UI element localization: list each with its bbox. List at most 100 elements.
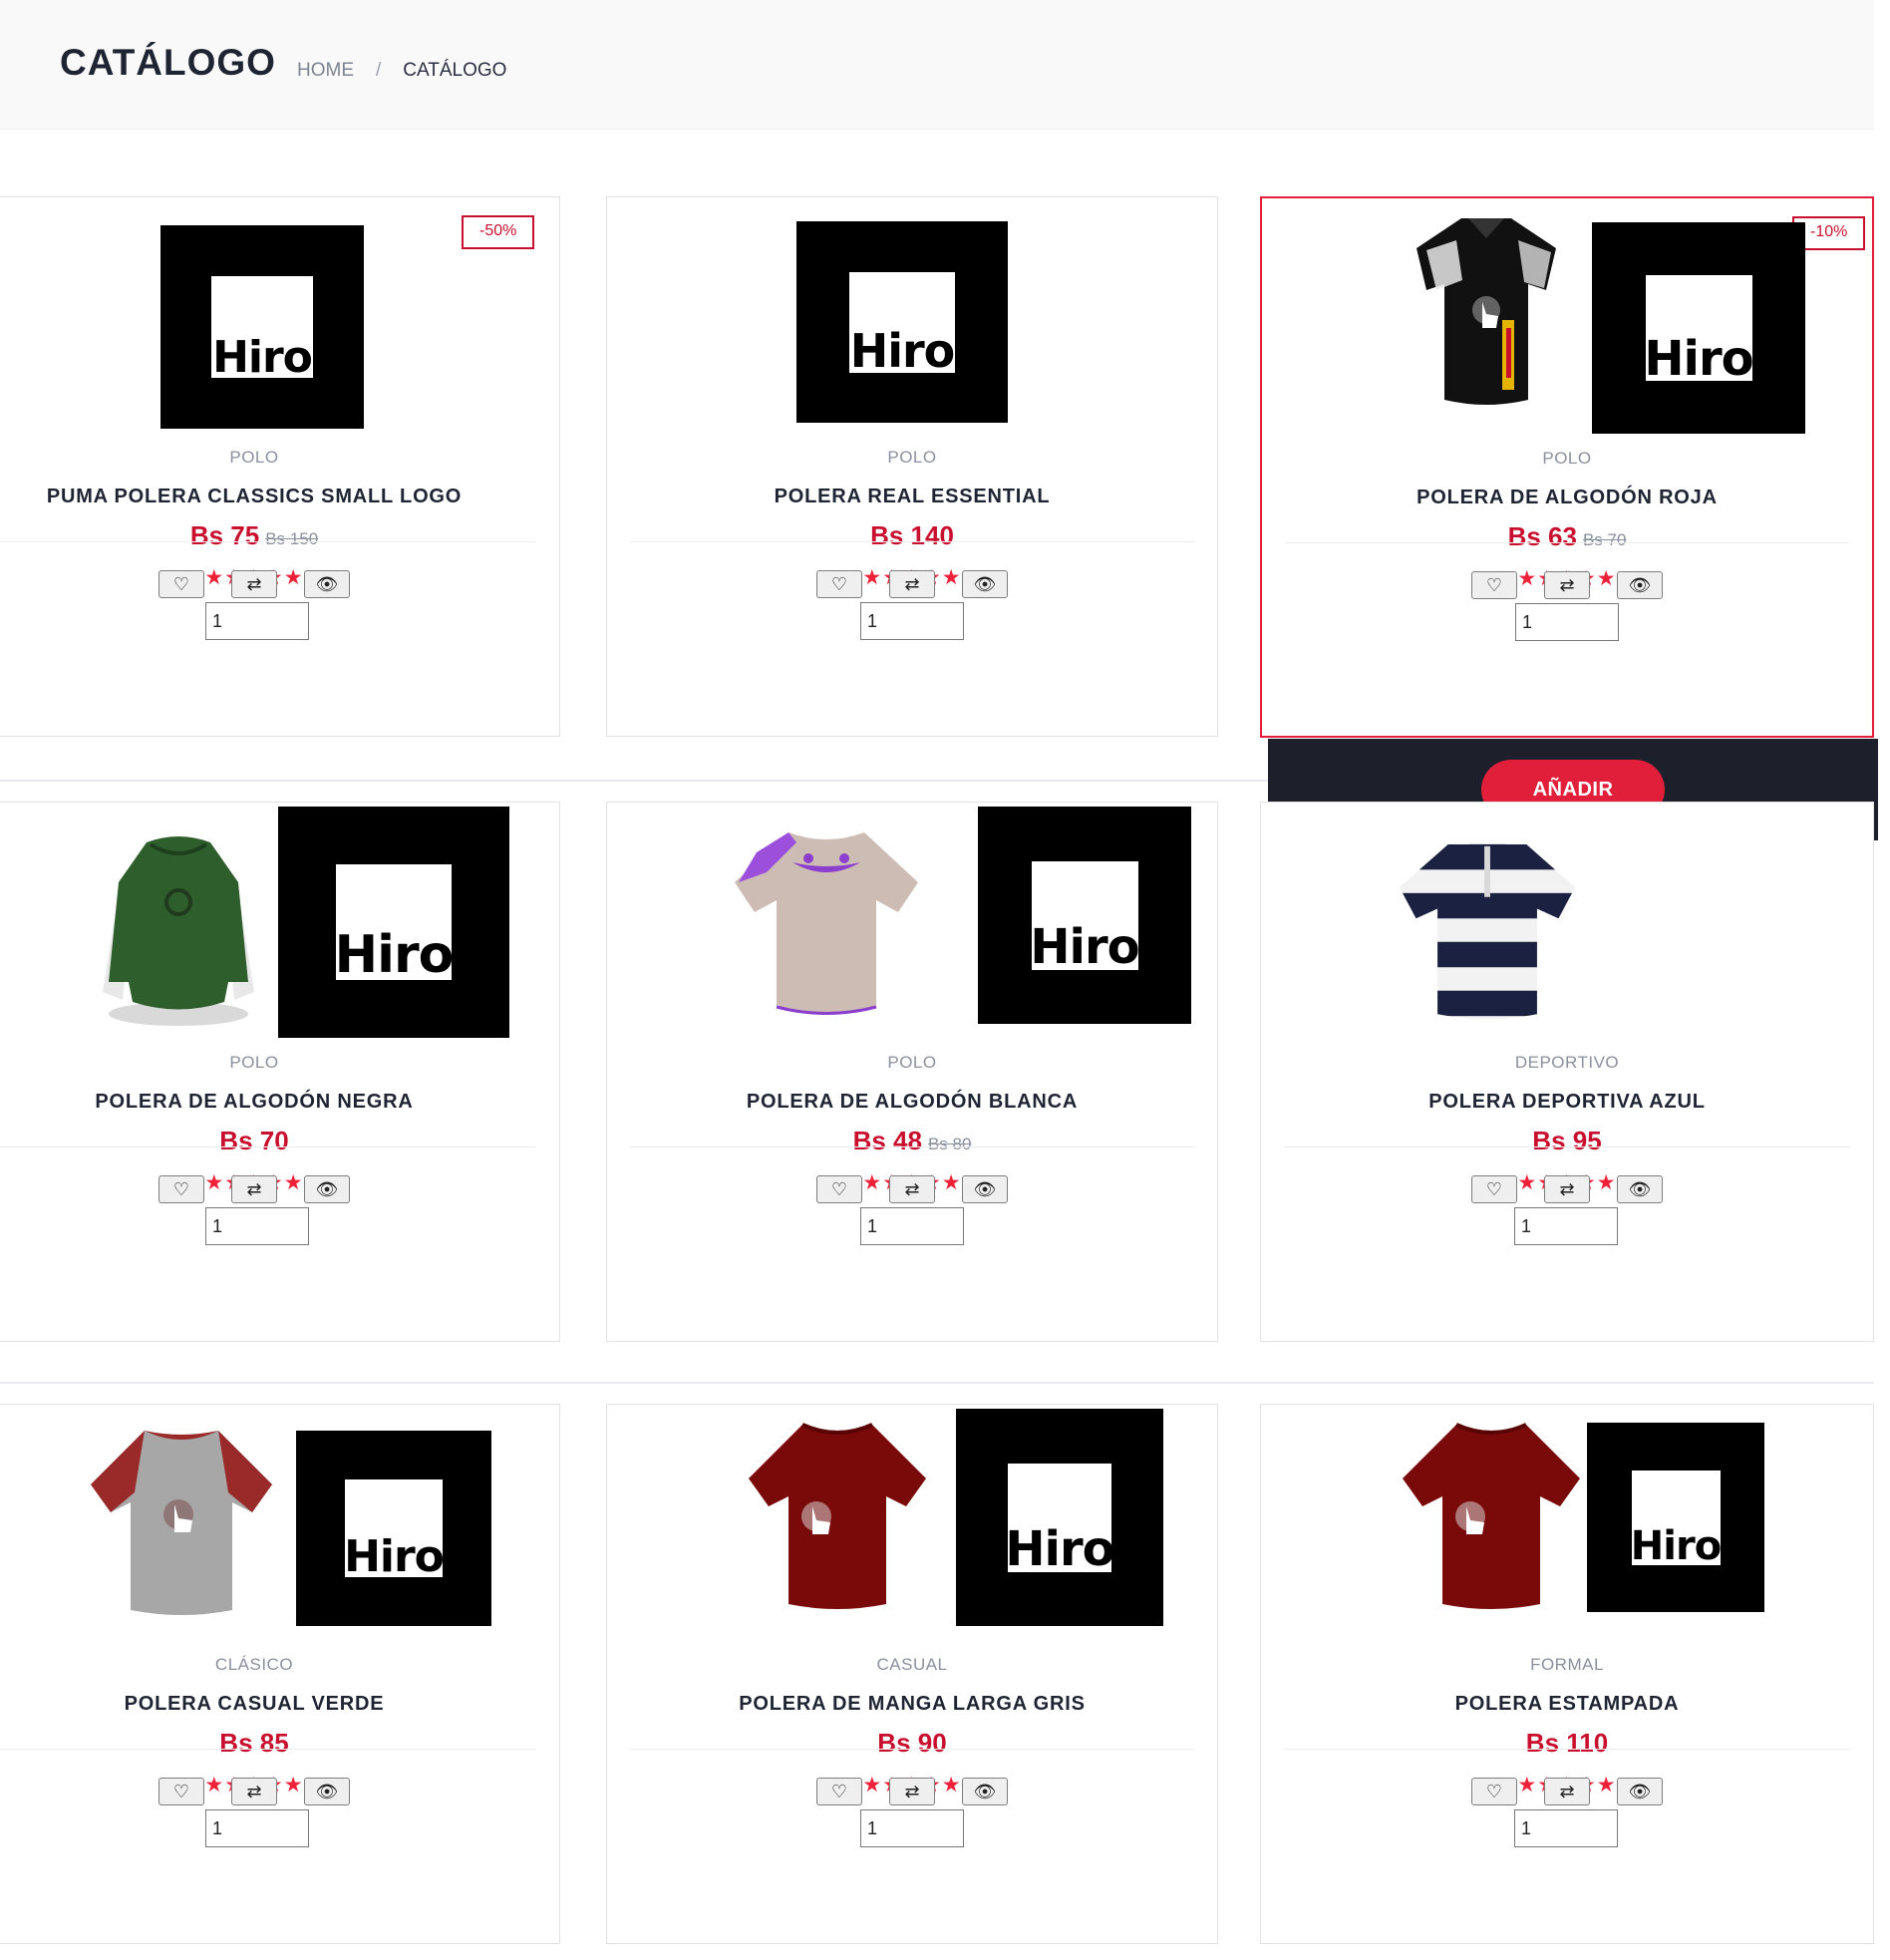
hiro-marker-image: Hiro [278, 807, 509, 1038]
quantity-input[interactable] [860, 1809, 964, 1847]
eye-icon: 👁 [973, 1781, 997, 1801]
breadcrumb: HOME / CATÁLOGO [297, 60, 506, 82]
quantity-input[interactable] [860, 602, 964, 640]
quantity-input[interactable] [205, 1809, 309, 1847]
wishlist-button[interactable]: ♡ [816, 1778, 862, 1805]
wishlist-button[interactable]: ♡ [816, 1175, 862, 1203]
product-title[interactable]: POLERA DE MANGA LARGA GRIS [607, 1690, 1217, 1718]
quick-view-button[interactable]: 👁 [1617, 1175, 1663, 1203]
product-card[interactable]: Hiro POLO POLERA DE ALGODÓN BLANCA Bs 48… [606, 802, 1218, 1342]
wishlist-button[interactable]: ♡ [1471, 571, 1517, 599]
heart-icon: ♡ [1485, 574, 1503, 595]
compare-button[interactable]: ⇄ [231, 570, 277, 598]
compare-button[interactable]: ⇄ [1544, 1175, 1590, 1203]
product-card[interactable]: Hiro FORMAL POLERA ESTAMPADA Bs 110 ★★★★… [1260, 1404, 1874, 1944]
compare-button[interactable]: ⇄ [231, 1175, 277, 1203]
product-media[interactable]: Hiro -50% [0, 197, 559, 445]
product-card[interactable]: Hiro -50% POLO PUMA POLERA CLASSICS SMAL… [0, 196, 560, 737]
product-price: Bs 85 [219, 1728, 289, 1758]
product-card[interactable]: DEPORTIVO POLERA DEPORTIVA AZUL Bs 95 ★★… [1260, 802, 1874, 1342]
quantity-input[interactable] [1514, 1207, 1618, 1245]
quick-view-button[interactable]: 👁 [1617, 1778, 1663, 1805]
compare-arrows-icon: ⇄ [904, 573, 920, 594]
page-header: CATÁLOGO HOME / CATÁLOGO [0, 0, 1874, 130]
product-card[interactable]: Hiro POLO POLERA DE ALGODÓN NEGRA Bs 70 … [0, 802, 560, 1342]
breadcrumb-separator: / [376, 60, 382, 81]
compare-button[interactable]: ⇄ [889, 1778, 935, 1805]
product-category: POLO [887, 448, 937, 467]
product-card[interactable]: -10% Hiro POLO POLERA DE ALGODÓN ROJA Bs… [1260, 196, 1874, 738]
card-divider [630, 541, 1194, 542]
eye-icon: 👁 [1628, 1781, 1652, 1801]
wishlist-button[interactable]: ♡ [158, 570, 204, 598]
product-media[interactable] [1261, 803, 1873, 1050]
quantity-input[interactable] [205, 602, 309, 640]
wishlist-button[interactable]: ♡ [1471, 1175, 1517, 1203]
product-category: POLO [1542, 449, 1592, 468]
breadcrumb-home-link[interactable]: HOME [297, 60, 354, 82]
product-title[interactable]: POLERA DE ALGODÓN ROJA [1262, 484, 1872, 511]
striped-polo-navy-image [1399, 843, 1576, 1020]
product-title[interactable]: POLERA ESTAMPADA [1261, 1690, 1873, 1718]
product-media[interactable]: -10% Hiro [1262, 198, 1872, 446]
compare-button[interactable]: ⇄ [889, 1175, 935, 1203]
quick-view-button[interactable]: 👁 [962, 570, 1008, 598]
wishlist-button[interactable]: ♡ [158, 1778, 204, 1805]
product-card[interactable]: Hiro POLO POLERA REAL ESSENTIAL Bs 140 ★… [606, 196, 1218, 737]
product-title[interactable]: PUMA POLERA CLASSICS SMALL LOGO [0, 483, 559, 510]
product-title[interactable]: POLERA REAL ESSENTIAL [607, 483, 1217, 510]
quick-view-button[interactable]: 👁 [304, 1778, 350, 1805]
product-card[interactable]: Hiro CLÁSICO POLERA CASUAL VERDE Bs 85 ★… [0, 1404, 560, 1944]
eye-icon: 👁 [1628, 1178, 1652, 1199]
heart-icon: ♡ [172, 573, 190, 594]
quick-view-button[interactable]: 👁 [962, 1778, 1008, 1805]
compare-button[interactable]: ⇄ [889, 570, 935, 598]
product-media[interactable]: Hiro [607, 803, 1217, 1050]
compare-arrows-icon: ⇄ [1559, 1781, 1575, 1801]
quick-view-button[interactable]: 👁 [962, 1175, 1008, 1203]
product-actions: ♡ ⇄ 👁 [0, 570, 559, 598]
wishlist-button[interactable]: ♡ [816, 570, 862, 598]
product-title[interactable]: POLERA DEPORTIVA AZUL [1261, 1088, 1873, 1116]
product-actions: ♡ ⇄ 👁 [1262, 571, 1872, 599]
hiro-marker-image: Hiro [956, 1409, 1163, 1626]
product-title[interactable]: POLERA DE ALGODÓN BLANCA [607, 1088, 1217, 1116]
product-media[interactable]: Hiro [0, 803, 559, 1050]
product-title[interactable]: POLERA DE ALGODÓN NEGRA [0, 1088, 559, 1116]
eye-icon: 👁 [1628, 574, 1652, 595]
product-actions: ♡ ⇄ 👁 [0, 1175, 559, 1203]
card-divider [0, 541, 536, 542]
compare-button[interactable]: ⇄ [1544, 571, 1590, 599]
quantity-input[interactable] [205, 1207, 309, 1245]
quick-view-button[interactable]: 👁 [304, 1175, 350, 1203]
card-divider [1285, 542, 1849, 543]
card-divider [1284, 1749, 1850, 1750]
tshirt-dark-red-image [749, 1423, 926, 1609]
quantity-input[interactable] [1514, 1809, 1618, 1847]
wishlist-button[interactable]: ♡ [1471, 1778, 1517, 1805]
product-media[interactable]: Hiro [607, 1405, 1217, 1652]
eye-icon: 👁 [973, 1178, 997, 1199]
wishlist-button[interactable]: ♡ [158, 1175, 204, 1203]
discount-badge: -50% [462, 215, 535, 249]
product-media[interactable]: Hiro [0, 1405, 559, 1652]
page-title: CATÁLOGO [60, 42, 276, 83]
compare-button[interactable]: ⇄ [231, 1778, 277, 1805]
eye-icon: 👁 [315, 1781, 339, 1801]
heart-icon: ♡ [830, 1178, 848, 1199]
product-title[interactable]: POLERA CASUAL VERDE [0, 1690, 559, 1718]
compare-button[interactable]: ⇄ [1544, 1778, 1590, 1805]
product-actions: ♡ ⇄ 👁 [607, 1175, 1217, 1203]
product-category: DEPORTIVO [1514, 1053, 1620, 1072]
row-separator [0, 1382, 1874, 1384]
quick-view-button[interactable]: 👁 [304, 570, 350, 598]
hiro-marker-image: Hiro [296, 1431, 491, 1626]
quick-view-button[interactable]: 👁 [1617, 571, 1663, 599]
product-card[interactable]: Hiro CASUAL POLERA DE MANGA LARGA GRIS B… [606, 1404, 1218, 1944]
product-media[interactable]: Hiro [607, 197, 1217, 445]
product-media[interactable]: Hiro [1261, 1405, 1873, 1652]
quantity-input[interactable] [860, 1207, 964, 1245]
compare-arrows-icon: ⇄ [1559, 574, 1575, 595]
heart-icon: ♡ [1485, 1178, 1503, 1199]
quantity-input[interactable] [1515, 603, 1619, 641]
